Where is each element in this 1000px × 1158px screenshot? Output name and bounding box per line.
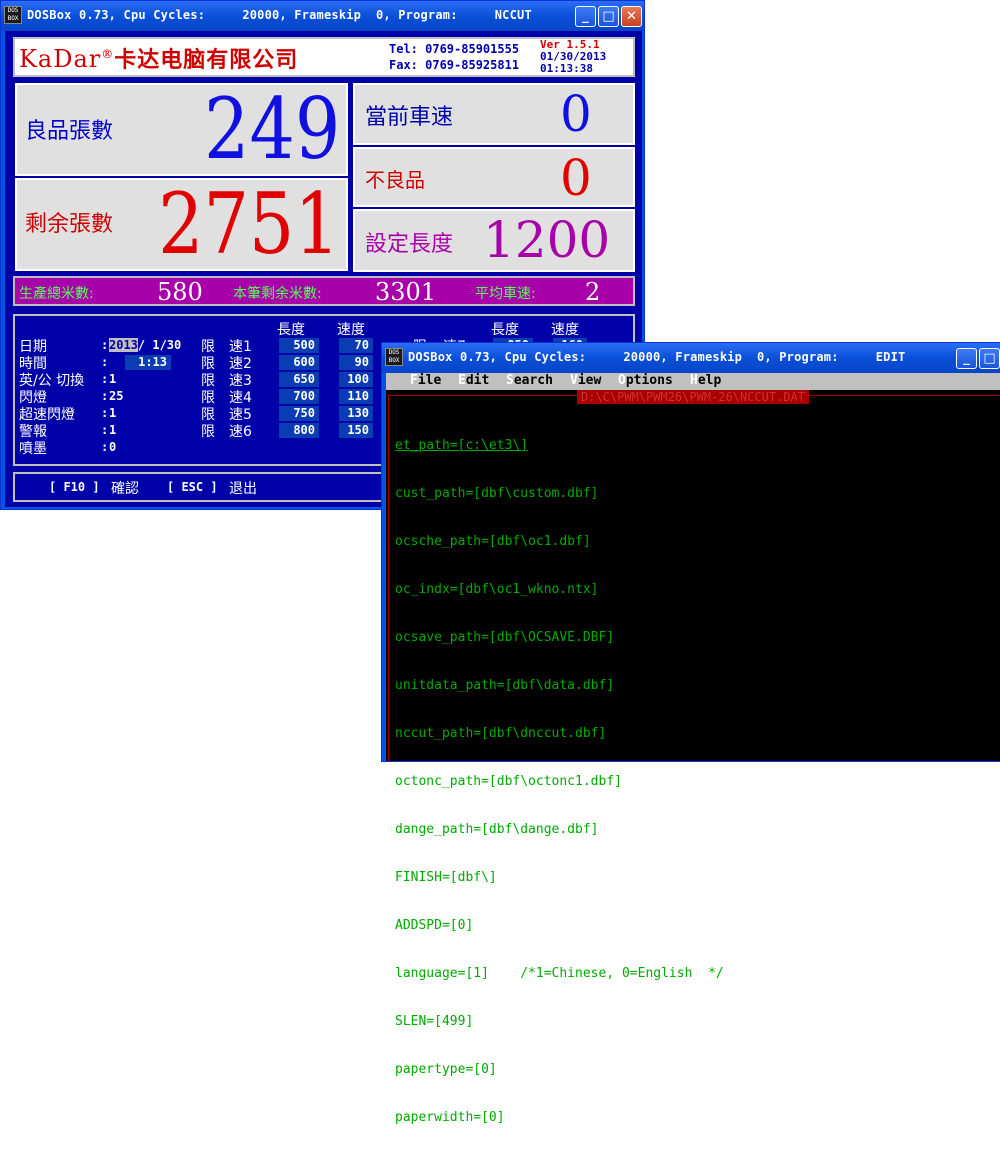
code-line: ADDSPD=[0]: [395, 918, 474, 933]
menu-file[interactable]: File: [410, 373, 441, 388]
exit-label[interactable]: 退出: [229, 478, 257, 498]
overspeed-flash-field[interactable]: 1: [109, 406, 116, 420]
esc-key[interactable]: [ ESC ]: [167, 480, 218, 494]
code-line: octonc_path=[dbf\octonc1.dbf]: [395, 774, 622, 789]
edit-screen: File Edit Search View Options Help D:\C\…: [386, 373, 1000, 1125]
menu-view[interactable]: View: [570, 373, 601, 388]
average-speed-value: 2: [585, 278, 601, 306]
length-header-2: 長度: [491, 322, 519, 338]
set-length-label: 設定長度: [365, 232, 454, 257]
code-line: ocsche_path=[dbf\oc1.dbf]: [395, 534, 591, 549]
code-line: unitdata_path=[dbf\data.dbf]: [395, 678, 615, 693]
minimize-button[interactable]: _: [956, 348, 977, 369]
code-line: FINISH=[dbf\]: [395, 870, 497, 885]
limit-speed-field[interactable]: 130: [339, 406, 373, 421]
title-bar[interactable]: DOS BOX DOSBox 0.73, Cpu Cycles: 20000, …: [382, 343, 1000, 373]
limit-length-field[interactable]: 650: [279, 372, 319, 387]
limit-speed-field[interactable]: 70: [339, 338, 373, 353]
title-bar[interactable]: DOS BOX DOSBox 0.73, Cpu Cycles: 20000, …: [1, 1, 644, 31]
code-line: paperwidth=[0]: [395, 1110, 505, 1125]
version-datetime: Ver 1.5.1 01/30/2013 01:13:38: [540, 38, 607, 75]
menu-edit[interactable]: Edit: [458, 373, 489, 388]
remaining-count-label: 剩余張數: [25, 212, 114, 237]
code-line: et_path=[c:\et3\]: [395, 438, 529, 453]
file-name: D:\C\PWM\PWM26\PWM-26\NCCUT.DAT: [577, 390, 809, 404]
good-count-label: 良品張數: [25, 119, 114, 144]
remaining-meters-value: 3301: [375, 278, 437, 306]
menu-bar: File Edit Search View Options Help: [386, 373, 1000, 390]
limit-speed-field[interactable]: 90: [339, 355, 373, 370]
defect-panel: 不良品 0: [353, 147, 635, 207]
defect-value: 0: [560, 149, 592, 207]
year-field[interactable]: 2013: [109, 338, 138, 352]
current-speed-value: 0: [560, 85, 592, 143]
current-speed-label: 當前車速: [365, 105, 454, 130]
menu-search[interactable]: Search: [506, 373, 553, 388]
remaining-count-panel: 剩余張數 2751: [15, 178, 348, 271]
f10-key[interactable]: [ F10 ]: [49, 480, 100, 494]
good-count-value: 249: [203, 80, 340, 178]
set-length-value: 1200: [483, 211, 611, 269]
code-line: dange_path=[dbf\dange.dbf]: [395, 822, 599, 837]
maximize-button[interactable]: □: [979, 348, 1000, 369]
good-count-panel: 良品張數 249: [15, 83, 348, 176]
limit-length-field[interactable]: 600: [279, 355, 319, 370]
code-line: nccut_path=[dbf\dnccut.dbf]: [395, 726, 607, 741]
limit-length-field[interactable]: 500: [279, 338, 319, 353]
length-header: 長度: [277, 322, 305, 338]
close-button[interactable]: ✕: [621, 6, 642, 27]
set-length-panel: 設定長度 1200: [353, 209, 635, 272]
inkjet-field[interactable]: 0: [109, 440, 116, 454]
date-field[interactable]: 2013/ 1/30: [109, 338, 181, 352]
dosbox-icon[interactable]: DOS BOX: [385, 348, 403, 366]
menu-options[interactable]: Options: [618, 373, 673, 388]
total-meters-label: 生產總米數:: [19, 286, 94, 302]
confirm-label[interactable]: 確認: [111, 478, 139, 498]
remaining-meters-label: 本筆剩余米數:: [233, 286, 322, 302]
speed-limit-name: 速6: [229, 424, 252, 440]
limit-speed-field[interactable]: 100: [339, 372, 373, 387]
limit-length-field[interactable]: 750: [279, 406, 319, 421]
limit-length-field[interactable]: 700: [279, 389, 319, 404]
limit-speed-field[interactable]: 110: [339, 389, 373, 404]
file-contents[interactable]: et_path=[c:\et3\] cust_path=[dbf\custom.…: [395, 406, 724, 1158]
setting-label: 噴墨: [19, 441, 47, 457]
speed-header: 速度: [337, 322, 365, 338]
current-speed-panel: 當前車速 0: [353, 83, 635, 145]
dosbox-window-edit[interactable]: DOS BOX DOSBox 0.73, Cpu Cycles: 20000, …: [381, 342, 1000, 1125]
maximize-button[interactable]: □: [598, 6, 619, 27]
limit-length-field[interactable]: 800: [279, 423, 319, 438]
editor-area[interactable]: D:\C\PWM\PWM26\PWM-26\NCCUT.DAT et_path=…: [388, 390, 1000, 1125]
company-header: KaDar®卡达电脑有限公司 Tel: 0769-85901555 Fax: 0…: [13, 37, 635, 77]
code-line: cust_path=[dbf\custom.dbf]: [395, 486, 599, 501]
limit-speed-field[interactable]: 150: [339, 423, 373, 438]
window-title: DOSBox 0.73, Cpu Cycles: 20000, Frameski…: [27, 8, 532, 22]
window-title: DOSBox 0.73, Cpu Cycles: 20000, Frameski…: [408, 350, 906, 364]
speed-header-2: 速度: [551, 322, 579, 338]
contact-info: Tel: 0769-85901555 Fax: 0769-85925811: [389, 42, 520, 72]
flash-field[interactable]: 25: [109, 389, 123, 403]
defect-label: 不良品: [365, 168, 425, 192]
code-line: papertype=[0]: [395, 1062, 497, 1077]
dosbox-icon[interactable]: DOS BOX: [4, 6, 22, 24]
total-meters-value: 580: [157, 278, 203, 306]
company-logo: KaDar®卡达电脑有限公司: [19, 45, 299, 73]
alarm-field[interactable]: 1: [109, 423, 116, 437]
minimize-button[interactable]: _: [575, 6, 596, 27]
remaining-count-value: 2751: [158, 175, 340, 273]
average-speed-label: 平均車速:: [475, 286, 536, 302]
menu-help[interactable]: Help: [690, 373, 721, 388]
unit-switch-field[interactable]: 1: [109, 372, 116, 386]
time-field[interactable]: 1:13: [125, 355, 171, 370]
code-line: language=[1] /*1=Chinese, 0=English */: [395, 966, 724, 981]
code-line: oc_indx=[dbf\oc1_wkno.ntx]: [395, 582, 599, 597]
code-line: ocsave_path=[dbf\OCSAVE.DBF]: [395, 630, 615, 645]
code-line: SLEN=[499]: [395, 1014, 474, 1029]
summary-bar: 生產總米數: 580 本筆剩余米數: 3301 平均車速: 2: [13, 276, 635, 306]
